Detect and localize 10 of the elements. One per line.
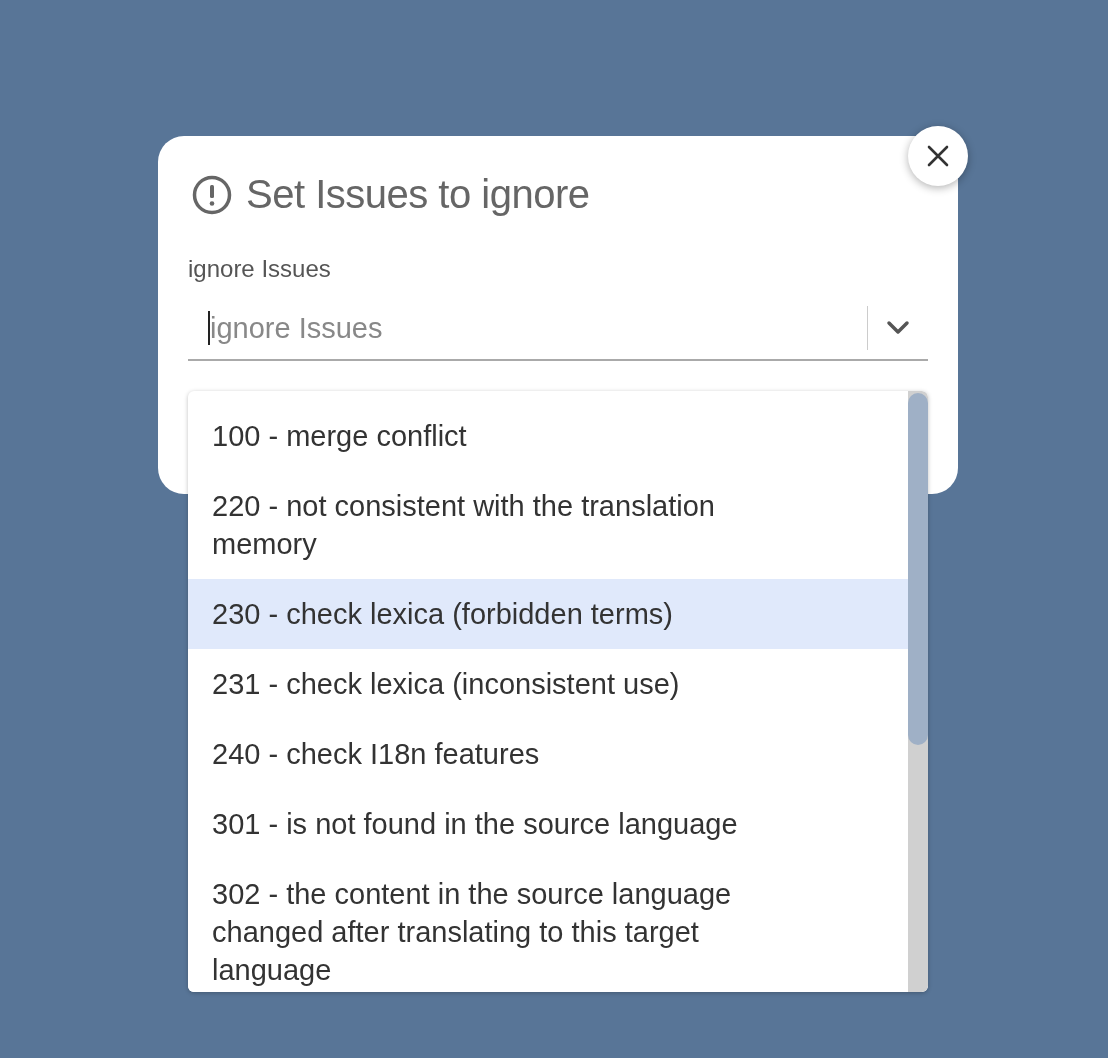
issues-input[interactable]: ignore Issues (210, 311, 867, 345)
chevron-down-icon (886, 320, 910, 336)
dropdown-option[interactable]: 230 - check lexica (forbidden terms) (188, 579, 908, 649)
close-button[interactable] (908, 126, 968, 186)
scrollbar-thumb[interactable] (908, 393, 928, 745)
field-label: ignore Issues (188, 255, 331, 283)
dialog-title: Set Issues to ignore (246, 172, 590, 217)
close-icon (926, 144, 950, 168)
alert-icon (192, 174, 232, 215)
dropdown-option[interactable]: 302 - the content in the source language changed after translating to this target language (188, 859, 908, 992)
